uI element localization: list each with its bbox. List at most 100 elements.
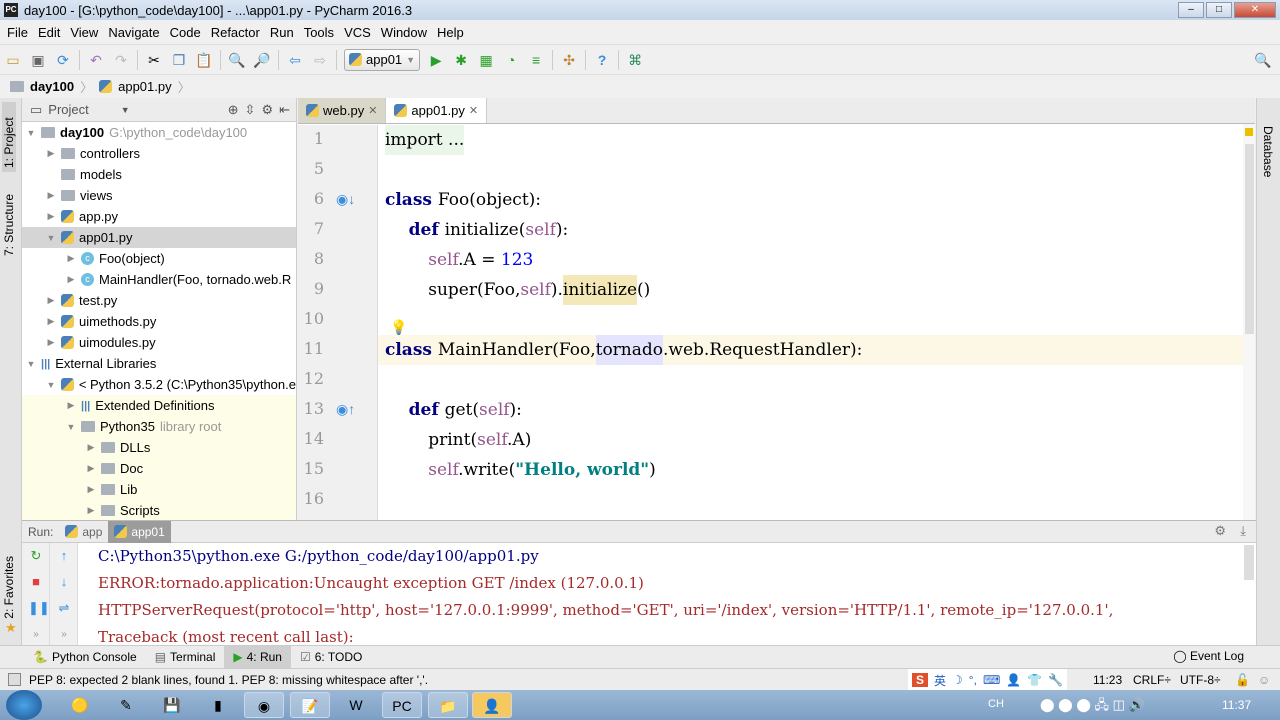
menu-vcs[interactable]: VCS (339, 25, 376, 40)
tree-item[interactable]: ▶ c MainHandler(Foo, tornado.web.R (22, 269, 296, 290)
concurrency-icon[interactable]: ≡ (527, 51, 545, 69)
taskbar-app-icon[interactable]: 🟡 (60, 692, 100, 718)
expand-right-icon[interactable]: ▶ (86, 463, 96, 474)
toggle-tool-windows-icon[interactable] (8, 673, 21, 686)
open-icon[interactable]: ▭ (4, 51, 22, 69)
rerun-icon[interactable]: ↻ (28, 548, 44, 564)
stop-icon[interactable]: ■ (28, 574, 44, 590)
expand-right-icon[interactable]: ▶ (46, 211, 56, 222)
language-indicator[interactable]: CH (988, 698, 1004, 710)
expand-right-icon[interactable]: ▶ (46, 316, 56, 327)
run-scroll-thumb[interactable] (1244, 545, 1254, 580)
project-tool-button[interactable]: 1: Project (2, 102, 16, 172)
chevron-down-icon[interactable]: ▼ (121, 105, 130, 115)
expand-right-icon[interactable]: ▶ (46, 190, 56, 201)
menu-run[interactable]: Run (265, 25, 299, 40)
tree-item[interactable]: ▶ app.py (22, 206, 296, 227)
tree-item[interactable]: ▼ ||| External Libraries (22, 353, 296, 374)
expand-right-icon[interactable]: ▶ (46, 337, 56, 348)
tree-item[interactable]: ▶ c Foo(object) (22, 248, 296, 269)
tool-tab-run[interactable]: ▶ 4: Run (224, 645, 291, 669)
tree-item[interactable]: ▶ ||| Extended Definitions (22, 395, 296, 416)
expand-down-icon[interactable]: ▼ (26, 359, 36, 369)
taskbar-word-icon[interactable]: W (336, 692, 376, 718)
menu-tools[interactable]: Tools (299, 25, 339, 40)
tree-item[interactable]: models (22, 164, 296, 185)
structure-tool-button[interactable]: 7: Structure (2, 194, 16, 256)
taskbar-app-icon[interactable]: 👤 (472, 692, 512, 718)
menu-code[interactable]: Code (165, 25, 206, 40)
expand-right-icon[interactable]: ▶ (66, 274, 76, 285)
expand-right-icon[interactable]: ▶ (86, 484, 96, 495)
find-icon[interactable]: 🔍 (228, 51, 246, 69)
settings-icon[interactable]: ✣ (560, 51, 578, 69)
expand-down-icon[interactable]: ▼ (66, 422, 76, 432)
start-button[interactable] (6, 690, 42, 720)
expand-right-icon[interactable]: ▶ (46, 148, 56, 159)
taskbar-notepad-icon[interactable]: 📝 (290, 692, 330, 718)
taskbar-app-icon[interactable]: ✎ (106, 692, 146, 718)
tree-item[interactable]: ▼ day100 G:\python_code\day100 (22, 122, 296, 143)
tree-item[interactable]: ▼ app01.py (22, 227, 296, 248)
scroll-thumb[interactable] (1245, 144, 1254, 334)
undo-icon[interactable]: ↶ (87, 51, 105, 69)
menu-refactor[interactable]: Refactor (206, 25, 265, 40)
up-arrow-icon[interactable]: ↑ (56, 548, 72, 564)
menu-navigate[interactable]: Navigate (103, 25, 164, 40)
lock-icon[interactable]: 🔓 (1235, 673, 1250, 687)
lightbulb-icon[interactable]: 💡 (390, 319, 407, 336)
tool-tab-terminal[interactable]: ▤ Terminal (146, 646, 225, 669)
debug-icon[interactable]: ✱ (452, 51, 470, 69)
tool-tab-todo[interactable]: ☑ 6: TODO (291, 646, 371, 669)
tree-item[interactable]: ▶ Scripts (22, 500, 296, 520)
breadcrumb-app01[interactable]: app01.py (118, 79, 172, 94)
hide-panel-icon[interactable]: ⤓ (1240, 523, 1246, 539)
tree-item[interactable]: ▶ controllers (22, 143, 296, 164)
soft-wrap-icon[interactable]: ⇌ (56, 600, 72, 616)
expand-down-icon[interactable]: ▼ (26, 128, 36, 138)
expand-right-icon[interactable]: ▶ (86, 442, 96, 453)
sync-icon[interactable]: ⟳ (54, 51, 72, 69)
tree-item[interactable]: ▶ DLLs (22, 437, 296, 458)
file-encoding[interactable]: UTF-8÷ (1180, 673, 1221, 687)
expand-right-icon[interactable]: ▶ (86, 505, 96, 516)
project-view-select[interactable]: Project (48, 102, 88, 117)
close-button[interactable]: ✕ (1234, 2, 1276, 18)
clock[interactable]: 11:37 (1222, 698, 1251, 712)
editor-tab[interactable]: app01.py ✕ (386, 98, 488, 123)
taskbar-save-icon[interactable]: 💾 (152, 692, 192, 718)
minimize-button[interactable]: – (1178, 2, 1204, 18)
replace-icon[interactable]: 🔎 (253, 51, 271, 69)
close-tab-icon[interactable]: ✕ (469, 104, 478, 117)
gear-icon[interactable]: ⚙ (261, 102, 273, 118)
run-tab[interactable]: app01 (108, 520, 171, 543)
more-icon[interactable]: » (28, 627, 44, 643)
hide-icon[interactable]: ⇤ (279, 102, 290, 118)
event-log-button[interactable]: ◯ Event Log (1173, 649, 1244, 663)
taskbar-app-icon[interactable]: ▮ (198, 692, 238, 718)
gear-icon[interactable]: ⚙ (1214, 523, 1226, 539)
taskbar-explorer-icon[interactable]: 📁 (428, 692, 468, 718)
caret-position[interactable]: 11:23 (1093, 673, 1122, 687)
tree-item[interactable]: ▶ Lib (22, 479, 296, 500)
redo-icon[interactable]: ↷ (112, 51, 130, 69)
help-icon[interactable]: ? (593, 51, 611, 69)
tree-item[interactable]: ▶ uimethods.py (22, 311, 296, 332)
line-separator[interactable]: CRLF÷ (1133, 673, 1171, 687)
tree-item[interactable]: ▶ uimodules.py (22, 332, 296, 353)
overridden-method-icon[interactable]: ◉↓ (336, 191, 355, 208)
copy-icon[interactable]: ❐ (170, 51, 188, 69)
tray-icons[interactable]: ⬤ ⬤ ⬤ 🖧 ◫ 🔊 (1040, 696, 1145, 718)
menu-edit[interactable]: Edit (33, 25, 65, 40)
tool-tab-pythonconsole[interactable]: 🐍 Python Console (24, 646, 146, 669)
breadcrumb-day100[interactable]: day100 (30, 79, 74, 94)
menu-help[interactable]: Help (432, 25, 469, 40)
expand-right-icon[interactable]: ▶ (46, 295, 56, 306)
tree-item[interactable]: ▶ test.py (22, 290, 296, 311)
coverage-icon[interactable]: ▦ (477, 51, 495, 69)
run-tab[interactable]: app (59, 521, 108, 543)
cut-icon[interactable]: ✂ (145, 51, 163, 69)
locate-icon[interactable]: ⊕ (228, 102, 239, 118)
run-config-select[interactable]: app01 ▼ (344, 48, 421, 71)
search-everywhere-icon[interactable]: 🔍 (1254, 51, 1272, 69)
